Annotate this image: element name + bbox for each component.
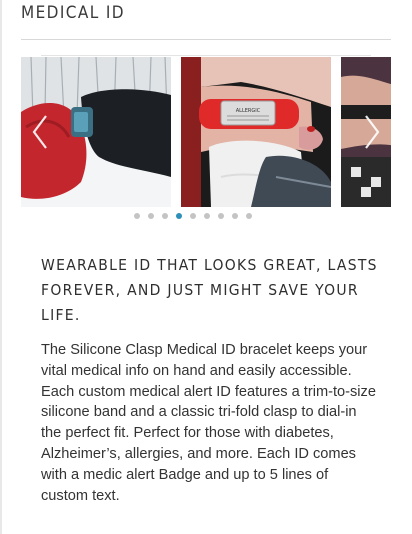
carousel-top-divider xyxy=(41,55,371,56)
carousel-dot[interactable] xyxy=(176,213,182,219)
title-divider xyxy=(21,39,391,40)
carousel-dot[interactable] xyxy=(162,213,168,219)
product-image-carousel[interactable]: ALLERGIC xyxy=(21,57,391,207)
carousel-dot[interactable] xyxy=(246,213,252,219)
carousel-dot[interactable] xyxy=(204,213,210,219)
carousel-dot[interactable] xyxy=(232,213,238,219)
left-border xyxy=(0,0,2,534)
carousel-next-button[interactable] xyxy=(360,57,384,207)
product-description: The Silicone Clasp Medical ID bracelet k… xyxy=(41,342,376,504)
carousel-prev-button[interactable] xyxy=(28,57,52,207)
carousel-dot[interactable] xyxy=(218,213,224,219)
carousel-dot[interactable] xyxy=(190,213,196,219)
carousel-dot[interactable] xyxy=(134,213,140,219)
section-title: MEDICAL ID xyxy=(21,3,125,23)
product-headline: WEARABLE ID THAT LOOKS GREAT, LASTS FORE… xyxy=(41,256,378,324)
carousel-slide-red-bracelet[interactable]: ALLERGIC xyxy=(181,57,331,207)
red-bracelet-image: ALLERGIC xyxy=(181,57,331,207)
bracelet-plate-text: ALLERGIC xyxy=(236,108,261,114)
carousel-dot[interactable] xyxy=(148,213,154,219)
chevron-right-icon xyxy=(365,115,380,149)
chevron-left-icon xyxy=(32,115,47,149)
